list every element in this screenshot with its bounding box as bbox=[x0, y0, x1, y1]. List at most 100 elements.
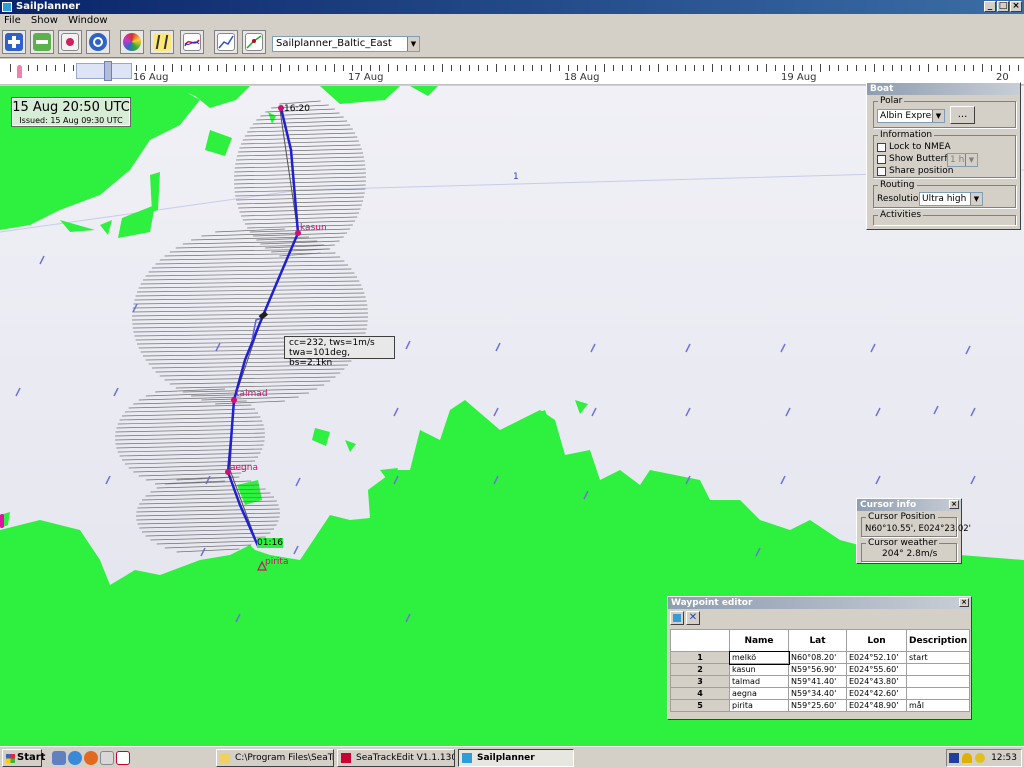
move-button[interactable] bbox=[86, 30, 110, 54]
maximize-button[interactable]: □ bbox=[997, 1, 1009, 12]
timeline-tick bbox=[37, 65, 38, 71]
column-header[interactable]: Name bbox=[729, 629, 789, 652]
timeline-tick bbox=[721, 65, 722, 71]
chart-icon bbox=[183, 33, 201, 51]
chart-button[interactable] bbox=[180, 30, 204, 54]
waypoint-desc-cell[interactable] bbox=[905, 663, 971, 676]
ie-icon[interactable] bbox=[68, 751, 82, 765]
edit-waypoint-button[interactable] bbox=[670, 611, 684, 625]
route-button[interactable] bbox=[242, 30, 266, 54]
column-header[interactable]: Lat bbox=[788, 629, 847, 652]
waypoint-row[interactable]: 2 kasun N59°56.90' E024°55.60' bbox=[670, 663, 971, 676]
polar-browse-button[interactable]: ... bbox=[950, 106, 975, 124]
waypoint-name-cell[interactable]: kasun bbox=[729, 663, 789, 676]
start-button[interactable]: Start bbox=[2, 749, 46, 767]
chevron-down-icon[interactable]: ▼ bbox=[407, 37, 419, 51]
waypoint-name-cell[interactable]: melkö bbox=[728, 650, 790, 665]
waypoint-name-cell[interactable]: aegna bbox=[729, 687, 789, 700]
waypoint-lon-cell[interactable]: E024°52.10' bbox=[846, 651, 907, 664]
waypoint-label[interactable]: talmad bbox=[236, 389, 268, 399]
waypoint-lat-cell[interactable]: N59°41.40' bbox=[788, 675, 847, 688]
boat-panel: Boat Polar Albin Express ▼ ... Informati… bbox=[866, 82, 1021, 230]
column-header[interactable]: Lon bbox=[846, 629, 907, 652]
waypoint-row[interactable]: 4 aegna N59°34.40' E024°42.60' bbox=[670, 687, 971, 700]
panel-title[interactable]: Boat bbox=[867, 83, 1020, 95]
task-explorer[interactable]: C:\Program Files\SeaTra... bbox=[216, 749, 334, 767]
timeline-handle[interactable] bbox=[104, 61, 112, 81]
timeline-tick bbox=[496, 64, 497, 72]
start-label: Start bbox=[17, 752, 46, 763]
timeline-tick bbox=[883, 65, 884, 71]
update-icon[interactable] bbox=[975, 753, 985, 763]
waypoint-name-cell[interactable]: pirita bbox=[729, 699, 789, 712]
timeline-tick bbox=[46, 65, 47, 71]
menu-file[interactable]: File bbox=[0, 14, 24, 28]
graph-button[interactable] bbox=[214, 30, 238, 54]
column-header[interactable]: Description bbox=[905, 629, 971, 652]
panel-title[interactable]: Cursor info × bbox=[857, 499, 961, 511]
desktop-icon[interactable] bbox=[52, 751, 66, 765]
timeline-tick bbox=[73, 65, 74, 71]
chevron-down-icon[interactable]: ▼ bbox=[932, 110, 944, 122]
timeline-tick bbox=[217, 65, 218, 71]
timeline-tick bbox=[559, 65, 560, 71]
waypoint-lat-cell[interactable]: N59°34.40' bbox=[788, 687, 847, 700]
security-shield-icon[interactable] bbox=[962, 753, 972, 763]
tools-button[interactable] bbox=[150, 30, 174, 54]
chevron-down-icon[interactable]: ▼ bbox=[970, 193, 982, 205]
task-seatrackedit[interactable]: SeaTrackEdit V1.1.130 bbox=[337, 749, 455, 767]
minimize-button[interactable]: _ bbox=[984, 1, 996, 12]
waypoint-label[interactable]: kasun bbox=[300, 223, 327, 233]
firefox-icon[interactable] bbox=[84, 751, 98, 765]
waypoint-row[interactable]: 1 melkö N60°08.20' E024°52.10' start bbox=[670, 650, 971, 665]
app-quicklaunch-icon[interactable] bbox=[100, 751, 114, 765]
lock-nmea-checkbox[interactable] bbox=[877, 143, 886, 152]
waypoint-desc-cell[interactable]: start bbox=[905, 651, 971, 664]
timeline-tick bbox=[388, 64, 389, 72]
waypoint-lat-cell[interactable]: N59°56.90' bbox=[788, 663, 847, 676]
timeline-tick bbox=[811, 65, 812, 71]
waypoint-row[interactable]: 3 talmad N59°41.40' E024°43.80' bbox=[670, 675, 971, 688]
close-icon[interactable]: × bbox=[949, 500, 959, 509]
timeline-tick bbox=[469, 65, 470, 71]
waypoint-lat-cell[interactable]: N60°08.20' bbox=[788, 651, 847, 664]
remove-button[interactable] bbox=[30, 30, 54, 54]
add-button[interactable] bbox=[2, 30, 26, 54]
polar-select[interactable]: Albin Express ▼ bbox=[877, 109, 945, 123]
resolution-select[interactable]: Ultra high ▼ bbox=[919, 192, 983, 206]
wheel-button[interactable] bbox=[120, 30, 144, 54]
waypoint-desc-cell[interactable]: mål bbox=[905, 699, 971, 712]
menu-show[interactable]: Show bbox=[27, 14, 61, 28]
butterfly-select[interactable]: 1 h ▼ bbox=[947, 153, 978, 167]
waypoint-desc-cell[interactable] bbox=[905, 675, 971, 688]
tool-quicklaunch-icon[interactable] bbox=[116, 751, 130, 765]
timeline-tick bbox=[550, 64, 551, 72]
menu-window[interactable]: Window bbox=[64, 14, 110, 28]
timeline-tick bbox=[406, 65, 407, 71]
waypoint-label[interactable]: aegna bbox=[230, 463, 258, 473]
waypoint-lon-cell[interactable]: E024°43.80' bbox=[846, 675, 907, 688]
waypoint-row[interactable]: 5 pirita N59°25.60' E024°48.90' mål bbox=[670, 699, 971, 712]
close-button[interactable]: × bbox=[1010, 1, 1022, 12]
add-icon bbox=[5, 33, 23, 51]
chevron-down-icon[interactable]: ▼ bbox=[965, 154, 977, 166]
close-icon[interactable]: × bbox=[959, 598, 969, 607]
waypoint-lon-cell[interactable]: E024°55.60' bbox=[846, 663, 907, 676]
delete-waypoint-button[interactable]: ✕ bbox=[686, 611, 700, 625]
task-sailplanner[interactable]: Sailplanner bbox=[458, 749, 574, 767]
waypoint-name-cell[interactable]: talmad bbox=[729, 675, 789, 688]
waypoint-lon-cell[interactable]: E024°42.60' bbox=[846, 687, 907, 700]
waypoint-desc-cell[interactable] bbox=[905, 687, 971, 700]
waypoint-button[interactable] bbox=[58, 30, 82, 54]
panel-title[interactable]: Waypoint editor × bbox=[668, 597, 971, 609]
timeline-tick bbox=[865, 65, 866, 71]
waypoint-lon-cell[interactable]: E024°48.90' bbox=[846, 699, 907, 712]
timeline-tick bbox=[937, 65, 938, 71]
route-select[interactable]: Sailplanner_Baltic_East ▼ bbox=[272, 36, 420, 52]
timeline-tick bbox=[829, 65, 830, 71]
language-icon[interactable] bbox=[949, 753, 959, 763]
show-butterfly-checkbox[interactable] bbox=[877, 155, 886, 164]
waypoint-label[interactable]: pirita bbox=[265, 557, 288, 567]
waypoint-lat-cell[interactable]: N59°25.60' bbox=[788, 699, 847, 712]
share-position-checkbox[interactable] bbox=[877, 167, 886, 176]
